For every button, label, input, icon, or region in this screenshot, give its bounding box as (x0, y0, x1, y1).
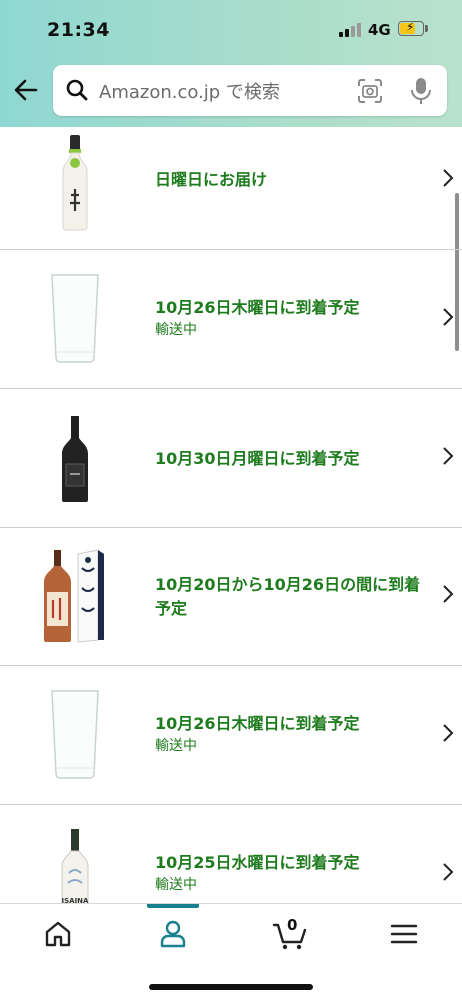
home-indicator (149, 984, 313, 990)
microphone-icon[interactable] (410, 77, 432, 105)
network-type: 4G (368, 21, 391, 39)
account-icon[interactable] (157, 918, 189, 950)
delivery-date: 10月30日月曜日に到着予定 (155, 449, 360, 468)
battery-icon: ⚡ (398, 20, 424, 36)
camera-scan-icon[interactable] (357, 78, 383, 104)
order-item[interactable]: 10月30日月曜日に到着予定 (0, 389, 462, 528)
chevron-right-icon (443, 724, 454, 742)
active-tab-indicator (147, 904, 199, 908)
chevron-right-icon (443, 585, 454, 603)
search-bar[interactable] (53, 65, 447, 116)
menu-icon[interactable] (388, 918, 420, 950)
order-item[interactable]: 10月26日木曜日に到着予定 輸送中 (0, 250, 462, 389)
chevron-right-icon (443, 863, 454, 881)
order-item[interactable]: 日曜日にお届け (0, 127, 462, 250)
status-time: 21:34 (47, 19, 110, 41)
battery-tip (425, 25, 428, 32)
signal-icon (339, 23, 361, 37)
home-icon[interactable] (42, 918, 74, 950)
cart-count: 0 (287, 916, 298, 934)
product-thumbnail (44, 549, 104, 643)
search-input[interactable] (97, 77, 341, 107)
shipping-status: 輸送中 (155, 738, 197, 754)
back-arrow-icon[interactable] (12, 76, 40, 104)
product-thumbnail (51, 690, 99, 779)
chevron-right-icon (443, 169, 454, 187)
shipping-status: 輸送中 (155, 877, 197, 893)
delivery-date: 10月26日木曜日に到着予定 (155, 714, 360, 733)
header: 21:34 4G ⚡ (0, 0, 462, 127)
chevron-right-icon (443, 308, 454, 326)
delivery-date: 10月25日水曜日に到着予定 (155, 853, 360, 872)
order-item[interactable]: 10月20日から10月26日の間に到着予定 (0, 528, 462, 666)
delivery-date: 10月20日から10月26日の間に到着予定 (155, 575, 421, 618)
order-item[interactable]: 10月26日木曜日に到着予定 輸送中 (0, 666, 462, 805)
shipping-status: 輸送中 (155, 322, 197, 338)
search-icon (66, 79, 88, 101)
product-thumbnail (51, 274, 99, 363)
delivery-date: 日曜日にお届け (155, 170, 268, 189)
delivery-date: 10月26日木曜日に到着予定 (155, 298, 360, 317)
product-thumbnail (62, 416, 88, 502)
chevron-right-icon (443, 447, 454, 465)
product-thumbnail (62, 135, 88, 231)
